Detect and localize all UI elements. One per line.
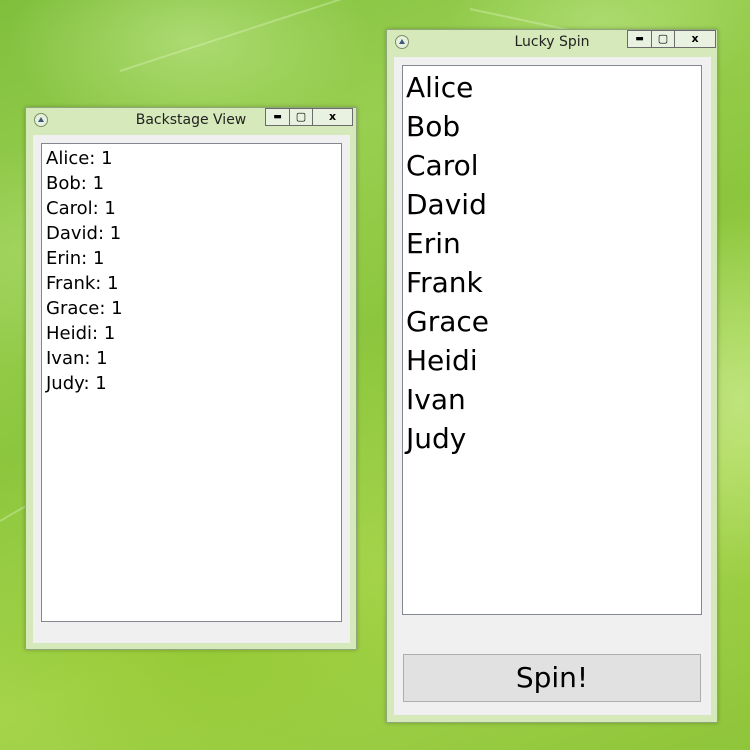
list-item[interactable]: Carol: 1 xyxy=(42,196,341,221)
list-item[interactable]: Erin xyxy=(403,224,701,263)
list-item[interactable]: David: 1 xyxy=(42,221,341,246)
list-item[interactable]: Ivan xyxy=(403,380,701,419)
lucky-spin-caption-buttons: ▬ ▢ x xyxy=(627,30,716,48)
list-item[interactable]: Carol xyxy=(403,146,701,185)
lucky-spin-titlebar[interactable]: Lucky Spin ▬ ▢ x xyxy=(387,30,717,54)
list-item[interactable]: Grace xyxy=(403,302,701,341)
lucky-spin-client-area: Alice Bob Carol David Erin Frank Grace H… xyxy=(394,57,711,715)
maximize-button[interactable]: ▢ xyxy=(652,31,675,47)
list-item[interactable]: Bob xyxy=(403,107,701,146)
list-item[interactable]: Grace: 1 xyxy=(42,296,341,321)
list-item[interactable]: Judy xyxy=(403,419,701,458)
close-button[interactable]: x xyxy=(675,31,715,47)
minimize-button[interactable]: ▬ xyxy=(628,31,652,47)
backstage-window-title: Backstage View xyxy=(135,112,247,128)
app-icon[interactable] xyxy=(395,35,409,49)
list-item[interactable]: Bob: 1 xyxy=(42,171,341,196)
backstage-caption-buttons: ▬ ▢ x xyxy=(265,108,353,126)
maximize-button[interactable]: ▢ xyxy=(290,109,313,125)
backstage-titlebar[interactable]: Backstage View ▬ ▢ x xyxy=(26,108,356,132)
list-item[interactable]: Judy: 1 xyxy=(42,371,341,396)
list-item[interactable]: Frank xyxy=(403,263,701,302)
app-icon[interactable] xyxy=(34,113,48,127)
list-item[interactable]: Frank: 1 xyxy=(42,271,341,296)
list-item[interactable]: Ivan: 1 xyxy=(42,346,341,371)
close-button[interactable]: x xyxy=(313,109,352,125)
list-item[interactable]: Alice xyxy=(403,68,701,107)
backstage-window: Backstage View ▬ ▢ x Alice: 1 Bob: 1 Car… xyxy=(25,107,357,650)
wallpaper-leaf-vein xyxy=(119,0,368,72)
list-item[interactable]: Alice: 1 xyxy=(42,146,341,171)
list-item[interactable]: David xyxy=(403,185,701,224)
lucky-spin-window-title: Lucky Spin xyxy=(514,34,590,50)
minimize-button[interactable]: ▬ xyxy=(266,109,290,125)
list-item[interactable]: Heidi: 1 xyxy=(42,321,341,346)
names-list[interactable]: Alice Bob Carol David Erin Frank Grace H… xyxy=(402,65,702,615)
list-item[interactable]: Heidi xyxy=(403,341,701,380)
list-item[interactable]: Erin: 1 xyxy=(42,246,341,271)
lucky-spin-window: Lucky Spin ▬ ▢ x Alice Bob Carol David E… xyxy=(386,29,718,723)
tally-list[interactable]: Alice: 1 Bob: 1 Carol: 1 David: 1 Erin: … xyxy=(41,143,342,622)
spin-button[interactable]: Spin! xyxy=(403,654,701,702)
backstage-client-area: Alice: 1 Bob: 1 Carol: 1 David: 1 Erin: … xyxy=(33,135,350,643)
